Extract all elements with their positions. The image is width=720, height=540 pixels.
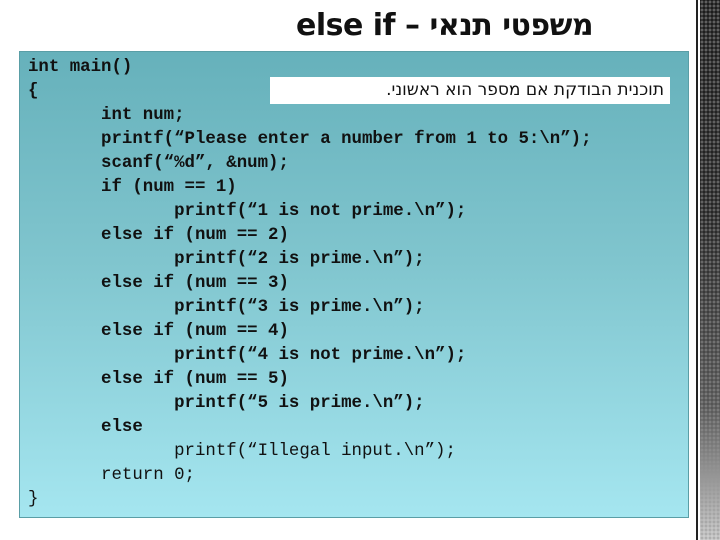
decorative-halftone-strip bbox=[700, 0, 720, 540]
code-line: else if (num == 5) bbox=[28, 370, 289, 389]
code-line: printf(“3 is prime.\n”); bbox=[28, 298, 425, 317]
code-line: if (num == 1) bbox=[28, 178, 237, 197]
code-line: printf(“Illegal input.\n”); bbox=[28, 442, 456, 461]
code-line: printf(“5 is prime.\n”); bbox=[28, 394, 425, 413]
code-line: scanf(“%d”, &num); bbox=[28, 154, 289, 173]
code-line: else bbox=[28, 418, 143, 437]
code-line: int main() bbox=[28, 58, 133, 77]
code-line: printf(“Please enter a number from 1 to … bbox=[28, 130, 592, 149]
slide-title: else if – משפטי תנאי bbox=[296, 8, 594, 43]
code-line: } bbox=[28, 490, 39, 509]
code-line: return 0; bbox=[28, 466, 195, 485]
code-line: else if (num == 2) bbox=[28, 226, 289, 245]
code-line: printf(“4 is not prime.\n”); bbox=[28, 346, 467, 365]
code-line: { bbox=[28, 82, 39, 101]
code-line: int num; bbox=[28, 106, 185, 125]
code-line: printf(“2 is prime.\n”); bbox=[28, 250, 425, 269]
side-divider-line bbox=[696, 0, 698, 540]
code-line: else if (num == 3) bbox=[28, 274, 289, 293]
code-line: printf(“1 is not prime.\n”); bbox=[28, 202, 467, 221]
code-block: int main() { int num; printf(“Please ente… bbox=[28, 56, 592, 512]
code-line: else if (num == 4) bbox=[28, 322, 289, 341]
